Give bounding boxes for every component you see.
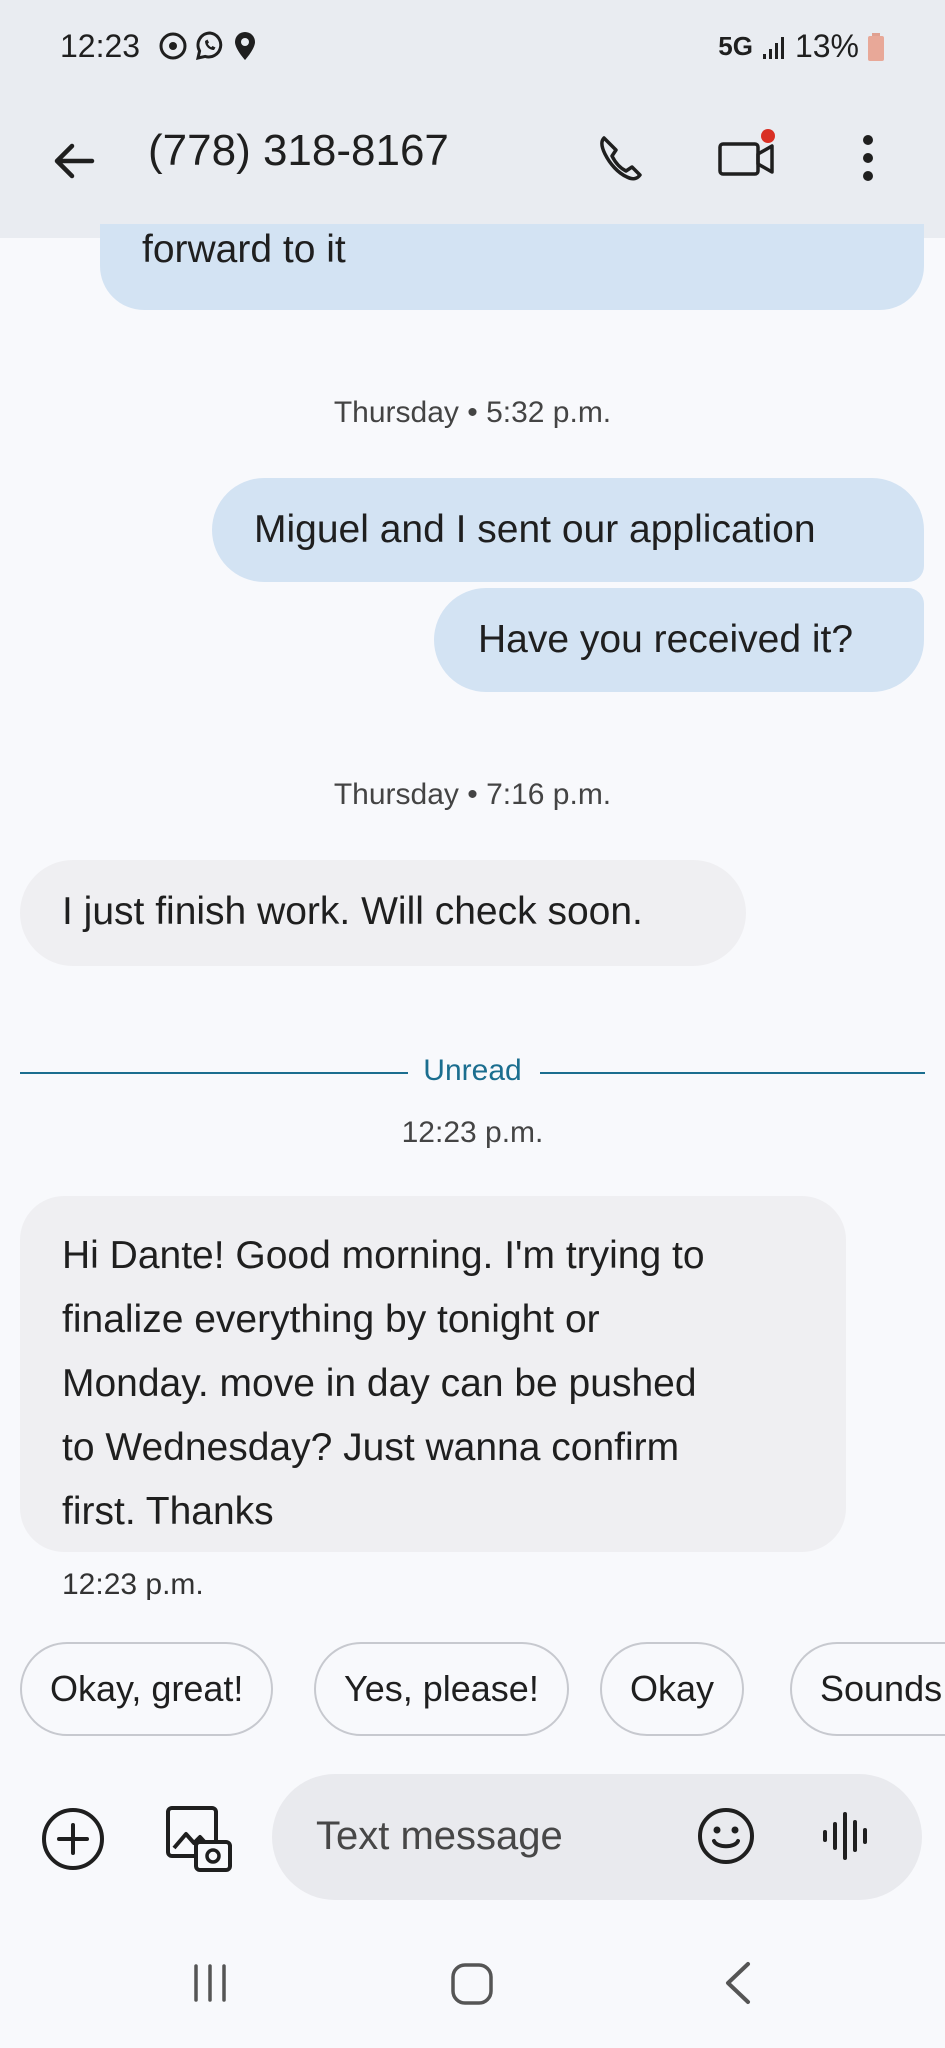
whatsapp-icon — [196, 31, 223, 60]
home-icon[interactable] — [450, 1962, 494, 2006]
battery-icon — [868, 32, 884, 61]
conversation-header: (778) 318-8167 — [0, 100, 945, 238]
notification-dot-icon — [761, 129, 775, 143]
more-vert-icon[interactable] — [848, 130, 888, 186]
add-attachment-icon[interactable] — [40, 1806, 106, 1872]
battery-percent: 13% — [794, 28, 859, 64]
message-line: Hi Dante! Good morning. I'm trying to — [62, 1234, 705, 1277]
smart-reply-chip[interactable]: Yes, please! — [314, 1642, 569, 1736]
status-bar: 12:23 5G 13% — [0, 0, 945, 100]
message-bubble-outgoing[interactable]: Miguel and I sent our application — [212, 478, 924, 582]
status-time: 12:23 — [60, 28, 141, 64]
phone-icon[interactable] — [594, 130, 650, 186]
video-call-icon[interactable] — [714, 124, 780, 190]
message-bubble-incoming[interactable]: I just finish work. Will check soon. — [20, 860, 746, 966]
message-input[interactable]: Text message — [272, 1774, 922, 1900]
location-icon — [235, 32, 255, 60]
emoji-icon[interactable] — [696, 1806, 756, 1866]
voice-input-icon[interactable] — [820, 1808, 874, 1864]
system-nav-bar — [0, 1918, 945, 2048]
message-line: finalize everything by tonight or — [62, 1298, 600, 1341]
message-timestamp: 12:23 p.m. — [401, 1116, 544, 1149]
message-timestamp: Thursday • 5:32 p.m. — [333, 396, 612, 429]
smart-reply-chip[interactable]: Okay, great! — [20, 1642, 274, 1736]
smart-reply-chip[interactable]: Okay — [600, 1642, 745, 1736]
unread-label: Unread — [415, 1054, 530, 1087]
message-text: I just finish work. Will check soon. — [62, 890, 643, 933]
message-text: Have you received it? — [478, 618, 854, 661]
network-type: 5G — [718, 31, 753, 61]
message-line: first. Thanks — [62, 1490, 274, 1533]
message-bubble-outgoing[interactable]: forward to it — [100, 224, 924, 310]
message-text: Miguel and I sent our application — [254, 508, 816, 551]
message-text: forward to it — [142, 228, 346, 271]
message-bubble-incoming[interactable]: Hi Dante! Good morning. I'm trying to fi… — [20, 1196, 846, 1552]
message-bubble-outgoing[interactable]: Have you received it? — [434, 588, 924, 692]
message-line: to Wednesday? Just wanna confirm — [62, 1426, 680, 1469]
back-arrow-icon[interactable] — [48, 134, 102, 188]
unread-divider: Unread — [20, 1054, 925, 1094]
message-input-placeholder: Text message — [316, 1814, 563, 1858]
sync-icon — [159, 32, 187, 60]
contact-title[interactable]: (778) 318-8167 — [148, 126, 449, 176]
message-time: 12:23 p.m. — [62, 1568, 204, 1601]
message-line: Monday. move in day can be pushed — [62, 1362, 697, 1405]
recents-icon[interactable] — [190, 1962, 230, 2004]
back-nav-icon[interactable] — [720, 1960, 754, 2006]
message-timestamp: Thursday • 7:16 p.m. — [333, 778, 612, 811]
gallery-camera-icon[interactable] — [162, 1802, 234, 1874]
signal-icon — [762, 36, 784, 59]
smart-reply-chip[interactable]: Sounds — [790, 1642, 945, 1736]
